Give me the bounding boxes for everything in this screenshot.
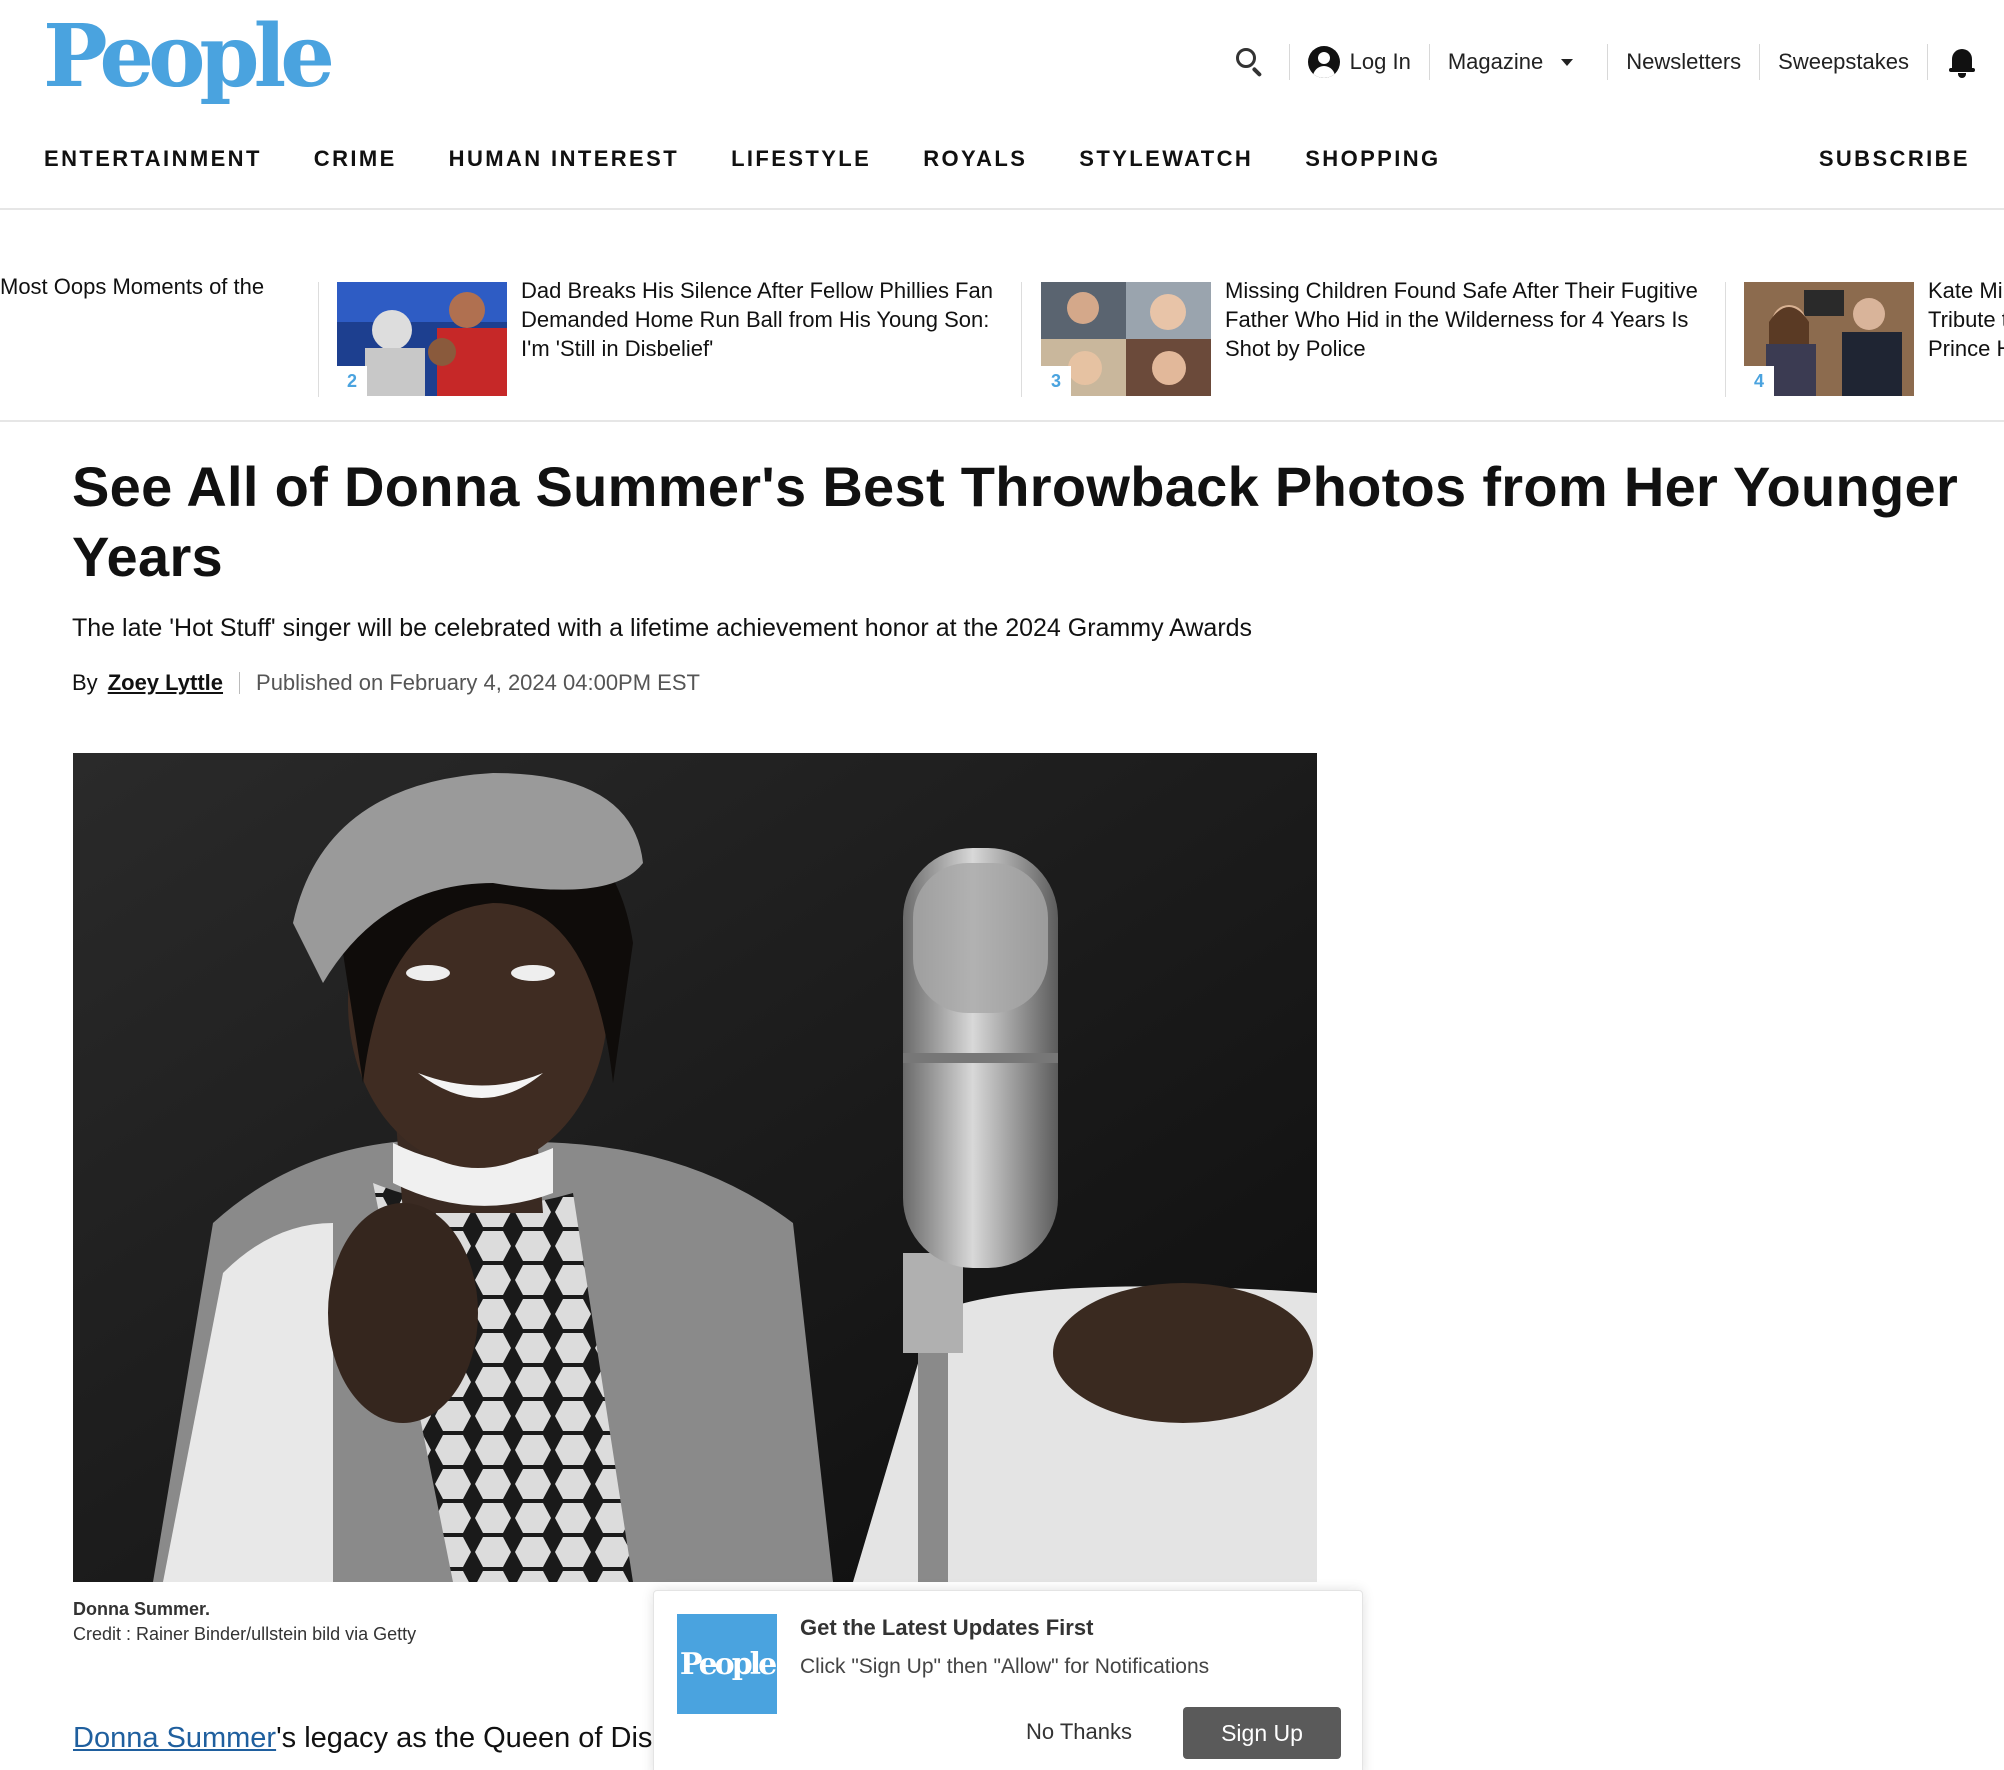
- magazine-dropdown[interactable]: Magazine: [1447, 49, 1574, 75]
- subscribe-link[interactable]: SUBSCRIBE: [1819, 146, 1970, 172]
- trending-rank: 2: [337, 366, 367, 396]
- trending-rank: 3: [1041, 366, 1071, 396]
- caption-credit: Credit : Rainer Binder/ullstein bild via…: [73, 1624, 417, 1644]
- trending-thumbnail: 3: [1041, 282, 1211, 396]
- caption-title: Donna Summer.: [73, 1599, 211, 1619]
- popup-title: Get the Latest Updates First: [800, 1615, 1094, 1640]
- trending-title: Dad Breaks His Silence After Fellow Phil…: [521, 278, 993, 361]
- trending-title: Missing Children Found Safe After Their …: [1225, 278, 1698, 361]
- donna-summer-link[interactable]: Donna Summer: [73, 1722, 276, 1754]
- hero-image: [73, 753, 1317, 1582]
- trending-strip: Most Oops Moments of the 2 Dad Breaks Hi…: [0, 210, 2004, 422]
- user-account-icon: [1307, 46, 1340, 78]
- publish-date: Published on February 4, 2024 04:00PM ES…: [256, 670, 700, 695]
- popup-logo: People: [677, 1614, 777, 1714]
- utility-divider: [1607, 44, 1609, 80]
- login-label: Log In: [1349, 49, 1411, 74]
- nav-item-human-interest[interactable]: HUMAN INTEREST: [449, 146, 679, 172]
- byline-divider: [239, 672, 241, 694]
- nav-item-entertainment[interactable]: ENTERTAINMENT: [44, 146, 262, 172]
- utility-divider: [1288, 44, 1290, 80]
- popup-logo-text: People: [679, 1646, 777, 1682]
- notification-prompt: People Get the Latest Updates First Clic…: [653, 1590, 1363, 1770]
- article-headline: See All of Donna Summer's Best Throwback…: [72, 455, 1959, 588]
- newsletters-link[interactable]: Newsletters: [1626, 49, 1741, 75]
- nav-item-lifestyle[interactable]: LIFESTYLE: [731, 146, 871, 172]
- sweepstakes-link[interactable]: Sweepstakes: [1778, 49, 1909, 75]
- trending-card-2[interactable]: 2 Dad Breaks His Silence After Fellow Ph…: [337, 278, 1011, 396]
- trending-card-1[interactable]: Most Oops Moments of the: [0, 274, 280, 388]
- body-text-rest: 's legacy as the Queen of Disco: [276, 1722, 663, 1754]
- magazine-label: Magazine: [1447, 49, 1544, 74]
- search-icon[interactable]: [1233, 45, 1267, 79]
- notification-bell-icon[interactable]: [1948, 46, 1976, 78]
- trending-divider: [1021, 282, 1022, 397]
- article-body-first-line: Donna Summer's legacy as the Queen of Di…: [73, 1722, 663, 1755]
- nav-item-shopping[interactable]: SHOPPING: [1305, 146, 1440, 172]
- trending-thumbnail: 2: [337, 282, 507, 396]
- byline-prefix: By: [72, 670, 98, 695]
- nav-item-royals[interactable]: ROYALS: [923, 146, 1027, 172]
- login-button[interactable]: Log In: [1307, 46, 1411, 78]
- trending-thumbnail: 4: [1744, 282, 1914, 396]
- trending-title: Most Oops Moments of the: [0, 274, 265, 299]
- site-header: People Log In Magazine Newsletters Sweep…: [0, 0, 2004, 210]
- trending-title: Kate Mi Tribute t Prince H: [1928, 278, 2004, 361]
- article-dek: The late 'Hot Stuff' singer will be cele…: [72, 614, 1253, 642]
- author-link[interactable]: Zoey Lyttle: [108, 670, 223, 696]
- utility-divider: [1927, 44, 1928, 80]
- byline: By Zoey Lyttle Published on February 4, …: [72, 670, 700, 696]
- trending-rank: 4: [1744, 366, 1774, 396]
- chevron-down-icon: [1561, 58, 1574, 66]
- nav-item-stylewatch[interactable]: STYLEWATCH: [1079, 146, 1253, 172]
- trending-divider: [1725, 282, 1726, 397]
- sign-up-button[interactable]: Sign Up: [1183, 1707, 1341, 1759]
- trending-card-4[interactable]: 4 Kate Mi Tribute t Prince H: [1744, 278, 2004, 396]
- nav-item-crime[interactable]: CRIME: [314, 146, 397, 172]
- popup-message: Click "Sign Up" then "Allow" for Notific…: [800, 1655, 1210, 1678]
- trending-card-3[interactable]: 3 Missing Children Found Safe After Thei…: [1041, 278, 1715, 396]
- no-thanks-button[interactable]: No Thanks: [1026, 1719, 1132, 1745]
- trending-divider: [318, 282, 319, 397]
- utility-bar: Log In Magazine Newsletters Sweepstakes: [1233, 38, 1976, 86]
- main-nav: ENTERTAINMENT CRIME HUMAN INTEREST LIFES…: [44, 146, 1441, 172]
- utility-divider: [1759, 44, 1761, 80]
- people-logo[interactable]: People: [43, 14, 335, 100]
- image-caption: Donna Summer. Credit : Rainer Binder/ull…: [73, 1597, 416, 1647]
- utility-divider: [1428, 44, 1430, 80]
